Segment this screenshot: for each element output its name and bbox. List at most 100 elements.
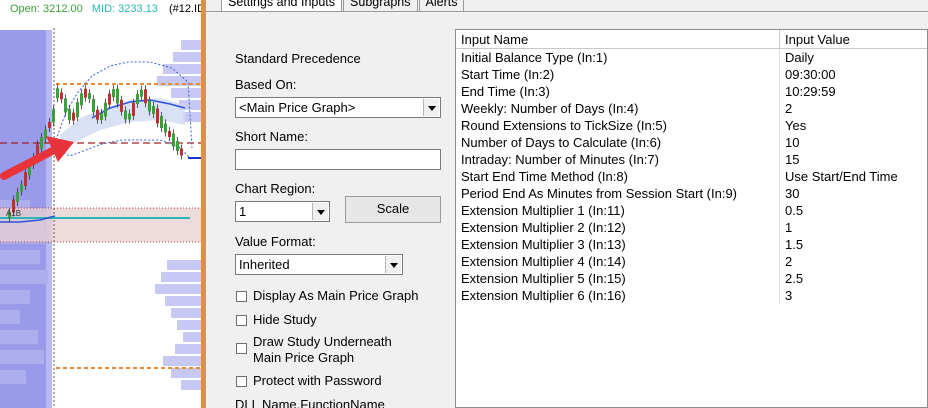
based-on-value: <Main Price Graph> [239,100,356,115]
candle-body [24,172,27,186]
candle-body [148,100,151,112]
chart-canvas [0,28,204,408]
input-value-cell[interactable]: 09:30:00 [780,66,927,83]
tab-alerts[interactable]: Alerts [418,0,465,11]
table-row[interactable]: Extension Multiplier 2 (In:12) 1 [456,219,927,236]
hide-study-checkbox[interactable]: Hide Study [236,312,317,328]
profile-bar [155,284,201,294]
chart-region-value: 1 [239,204,247,219]
table-row[interactable]: Extension Multiplier 1 (In:11) 0.5 [456,202,927,219]
candle-body [180,148,183,156]
profile-bar [173,52,201,62]
candle-body [108,93,111,105]
table-row[interactable]: Start Time (In:2) 09:30:00 [456,66,927,83]
candle-body [168,131,171,137]
candle-body [136,93,139,104]
input-name-cell: Weekly: Number of Days (In:4) [456,100,780,117]
input-name-cell: Intraday: Number of Minutes (In:7) [456,151,780,168]
input-value-cell[interactable]: Use Start/End Time [780,168,927,185]
value-format-value: Inherited [239,257,290,272]
profile-bar [183,112,201,122]
tab-settings-and-inputs[interactable]: Settings and Inputs [221,0,343,11]
column-header-input-value[interactable]: Input Value [780,30,927,48]
table-row[interactable]: Extension Multiplier 3 (In:13) 1.5 [456,236,927,253]
candle-body [124,110,127,120]
study-inputs-table[interactable]: Input Name Input Value Initial Balance T… [455,29,928,408]
candle-body [160,116,163,128]
candle-body [48,122,51,128]
value-format-select[interactable]: Inherited [235,254,403,275]
profile-bar [0,290,30,304]
table-row[interactable]: Extension Multiplier 4 (In:14) 2 [456,253,927,270]
input-name-cell: Period End As Minutes from Session Start… [456,185,780,202]
candle-body [152,106,155,114]
checkbox-box[interactable] [236,343,247,354]
short-name-label: Short Name: [235,129,308,144]
checkbox-box[interactable] [236,376,247,387]
table-row[interactable]: Intraday: Number of Minutes (In:7) 15 [456,151,927,168]
table-row[interactable]: Extension Multiplier 6 (In:16) 3 [456,287,927,304]
input-value-cell[interactable]: 15 [780,151,927,168]
candle-body [92,99,95,113]
table-row[interactable]: Round Extensions to TickSize (In:5) Yes [456,117,927,134]
chart-region-select[interactable]: 1 [235,201,330,222]
mid-price-label: MID: 3233.13 [91,3,158,15]
input-name-cell: Extension Multiplier 2 (In:12) [456,219,780,236]
candle-body [52,109,55,123]
candle-body [96,109,99,120]
column-header-input-name[interactable]: Input Name [456,30,780,48]
input-value-cell[interactable]: 0.5 [780,202,927,219]
display-as-main-price-graph-checkbox[interactable]: Display As Main Price Graph [236,288,418,304]
candle-body [88,92,91,99]
candle-body [72,112,75,121]
table-row[interactable]: Weekly: Number of Days (In:4) 2 [456,100,927,117]
input-value-cell[interactable]: 2 [780,100,927,117]
tab-subgraphs[interactable]: Subgraphs [343,0,418,11]
table-row[interactable]: Number of Days to Calculate (In:6) 10 [456,134,927,151]
price-chart[interactable]: Open: 3212.00 MID: 3233.13 (#12.ID14 A1B [0,0,205,408]
candle-body [16,192,19,202]
profile-bar [163,356,201,366]
candle-body [104,102,107,117]
input-value-cell[interactable]: 2 [780,253,927,270]
short-name-input[interactable] [235,149,441,170]
input-value-cell[interactable]: 2.5 [780,270,927,287]
profile-bar [0,250,40,264]
input-name-cell: Extension Multiplier 3 (In:13) [456,236,780,253]
table-row[interactable]: Start End Time Method (In:8) Use Start/En… [456,168,927,185]
candle-body [172,133,175,147]
input-value-cell[interactable]: 30 [780,185,927,202]
input-value-cell[interactable]: Yes [780,117,927,134]
input-name-cell: Number of Days to Calculate (In:6) [456,134,780,151]
input-value-cell[interactable]: 1.5 [780,236,927,253]
table-row[interactable]: Extension Multiplier 5 (In:15) 2.5 [456,270,927,287]
input-value-cell[interactable]: 10:29:59 [780,83,927,100]
scale-button[interactable]: Scale [345,196,441,223]
candle-body [20,184,23,192]
candle-body [116,88,119,104]
chevron-down-icon[interactable] [312,203,328,220]
table-row[interactable]: Initial Balance Type (In:1) Daily [456,49,927,66]
chart-region-label: Chart Region: [235,181,316,196]
chart-header: Open: 3212.00 MID: 3233.13 (#12.ID14 [0,0,205,18]
protect-with-password-checkbox[interactable]: Protect with Password [236,373,382,389]
profile-bar [177,320,201,330]
table-row[interactable]: End Time (In:3) 10:29:59 [456,83,927,100]
input-value-cell[interactable]: Daily [780,49,927,66]
checkbox-box[interactable] [236,291,247,302]
input-value-cell[interactable]: 10 [780,134,927,151]
profile-bar [171,368,201,378]
checkbox-box[interactable] [236,315,247,326]
chevron-down-icon[interactable] [385,256,401,273]
table-row[interactable]: Period End As Minutes from Session Start… [456,185,927,202]
candle-body [40,137,43,149]
chevron-down-icon[interactable] [423,99,439,116]
candle-body [144,89,147,104]
based-on-select[interactable]: <Main Price Graph> [235,97,441,118]
candle-body [76,102,79,118]
draw-study-underneath-checkbox[interactable]: Draw Study Underneath Main Price Graph [236,334,392,366]
input-value-cell[interactable]: 1 [780,219,927,236]
input-name-cell: Round Extensions to TickSize (In:5) [456,117,780,134]
candle-body [156,108,159,124]
input-value-cell[interactable]: 3 [780,287,927,304]
